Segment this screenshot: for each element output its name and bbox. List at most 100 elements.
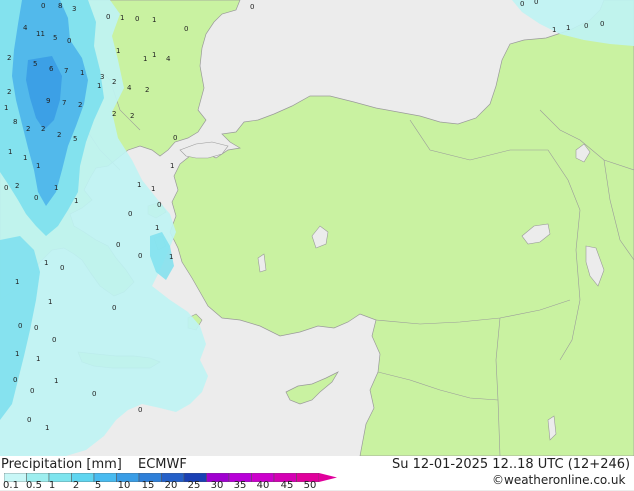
- precip-value-label: 0: [534, 0, 538, 6]
- scale-label: 15: [141, 480, 155, 491]
- precip-value-label: 4: [166, 55, 171, 63]
- precip-value-label: 1: [80, 69, 84, 77]
- precip-value-label: 1: [54, 377, 58, 385]
- precip-value-label: 0: [184, 25, 188, 33]
- precip-value-label: 2: [15, 182, 19, 190]
- precip-value-label: 1: [23, 154, 27, 162]
- scale-label: 40: [256, 480, 270, 491]
- precip-value-label: 1: [552, 26, 556, 34]
- precip-value-label: 0: [18, 322, 22, 330]
- precip-value-label: 1: [4, 104, 8, 112]
- precip-value-label: 1: [36, 355, 40, 363]
- precip-value-label: 2: [112, 110, 116, 118]
- precip-value-label: 1: [137, 181, 141, 189]
- precip-value-label: 0: [157, 201, 161, 209]
- precip-value-label: 2: [112, 78, 116, 86]
- precip-value-label: 0: [13, 376, 17, 384]
- precip-value-label: 1: [48, 298, 52, 306]
- precip-value-label: 0: [106, 13, 110, 21]
- legend-footer: Precipitation [mm] ECMWF Su 12-01-2025 1…: [0, 456, 634, 491]
- valid-time: Su 12-01-2025 12..18 UTC (12+246): [392, 457, 631, 472]
- precip-value-label: 1: [152, 51, 156, 59]
- scale-label: 20: [164, 480, 178, 491]
- precip-value-label: 9: [46, 97, 50, 105]
- precip-value-label: 1: [54, 184, 58, 192]
- precip-value-label: 1: [97, 82, 101, 90]
- precip-value-label: 0: [584, 22, 588, 30]
- precip-value-label: 0: [135, 15, 139, 23]
- precip-value-label: 8: [13, 118, 17, 126]
- precip-value-label: 0: [92, 390, 96, 398]
- scale-label: 30: [210, 480, 224, 491]
- precip-value-label: 3: [100, 73, 104, 81]
- precip-value-label: 5: [33, 60, 37, 68]
- precip-value-label: 1: [120, 14, 124, 22]
- precip-value-label: 0: [30, 387, 34, 395]
- scale-label: 1: [48, 480, 56, 491]
- precip-value-label: 2: [145, 86, 149, 94]
- precip-value-label: 1: [170, 162, 174, 170]
- precipitation-map: 0 8 30 1 0 100411 5 01256 7 1 329 7 212 24 282 22 51 1 411…: [0, 0, 634, 456]
- precip-value-label: 0: [173, 134, 177, 142]
- site-credit: ©weatheronline.co.uk: [492, 473, 626, 487]
- precip-value-label: 0: [112, 304, 116, 312]
- precip-value-label: 0: [34, 324, 38, 332]
- precip-value-label: 2: [26, 125, 30, 133]
- precip-value-label: 1: [15, 350, 19, 358]
- precip-value-label: 2: [7, 88, 11, 96]
- scale-label: 50: [303, 480, 317, 491]
- precip-value-label: 0: [60, 264, 64, 272]
- precip-value-label: 7: [64, 67, 68, 75]
- scale-label: 0.5: [26, 480, 42, 491]
- precip-value-label: 5: [53, 34, 57, 42]
- precip-value-label: 6: [49, 65, 54, 73]
- precip-value-label: 4: [127, 84, 132, 92]
- scale-label: 45: [280, 480, 294, 491]
- scale-label: 0.1: [3, 480, 19, 491]
- precip-value-label: 2: [57, 131, 61, 139]
- precip-value-label: 2: [78, 101, 82, 109]
- precip-value-label: 0: [138, 252, 142, 260]
- precip-value-label: 0: [34, 194, 38, 202]
- precip-value-label: 0: [138, 406, 142, 414]
- scale-end-arrow: [319, 473, 337, 482]
- scale-label: 10: [117, 480, 131, 491]
- precip-value-label: 1: [45, 424, 49, 432]
- precip-value-label: 0: [52, 336, 56, 344]
- precip-value-label: 1: [44, 259, 48, 267]
- precip-value-label: 0: [27, 416, 31, 424]
- precip-value-label: 2: [7, 54, 11, 62]
- precip-value-label: 0: [41, 2, 45, 10]
- model-name: ECMWF: [138, 457, 187, 472]
- precip-value-label: 8: [58, 2, 62, 10]
- precip-value-label: 0: [116, 241, 120, 249]
- precip-value-label: 2: [130, 112, 134, 120]
- map-title: Precipitation [mm]: [1, 457, 122, 472]
- precip-value-label: 1: [152, 16, 156, 24]
- precip-value-label: 0: [250, 3, 254, 11]
- precip-value-label: 1: [116, 47, 120, 55]
- precip-value-label: 0: [128, 210, 132, 218]
- precip-value-label: 7: [62, 99, 66, 107]
- precip-value-label: 1: [155, 224, 159, 232]
- precip-value-label: 1: [8, 148, 12, 156]
- precip-value-label: 1: [36, 162, 40, 170]
- precip-value-label: 3: [72, 5, 76, 13]
- scale-label: 35: [233, 480, 247, 491]
- precip-value-label: 1: [74, 197, 78, 205]
- precip-value-label: 1: [151, 185, 155, 193]
- precip-value-label: 2: [41, 125, 45, 133]
- precip-value-label: 1: [566, 24, 570, 32]
- precip-value-label: 0: [600, 20, 604, 28]
- precip-value-label: 1: [15, 278, 19, 286]
- precip-value-label: 4: [23, 24, 28, 32]
- precip-value-label: 1: [169, 253, 173, 261]
- precip-value-label: 1: [143, 55, 147, 63]
- precip-value-label: 0: [520, 0, 524, 8]
- scale-label: 2: [72, 480, 80, 491]
- scale-label: 5: [94, 480, 102, 491]
- precip-value-label: 5: [73, 135, 77, 143]
- precip-value-label: 11: [36, 30, 45, 38]
- precip-value-label: 0: [4, 184, 8, 192]
- scale-label: 25: [187, 480, 201, 491]
